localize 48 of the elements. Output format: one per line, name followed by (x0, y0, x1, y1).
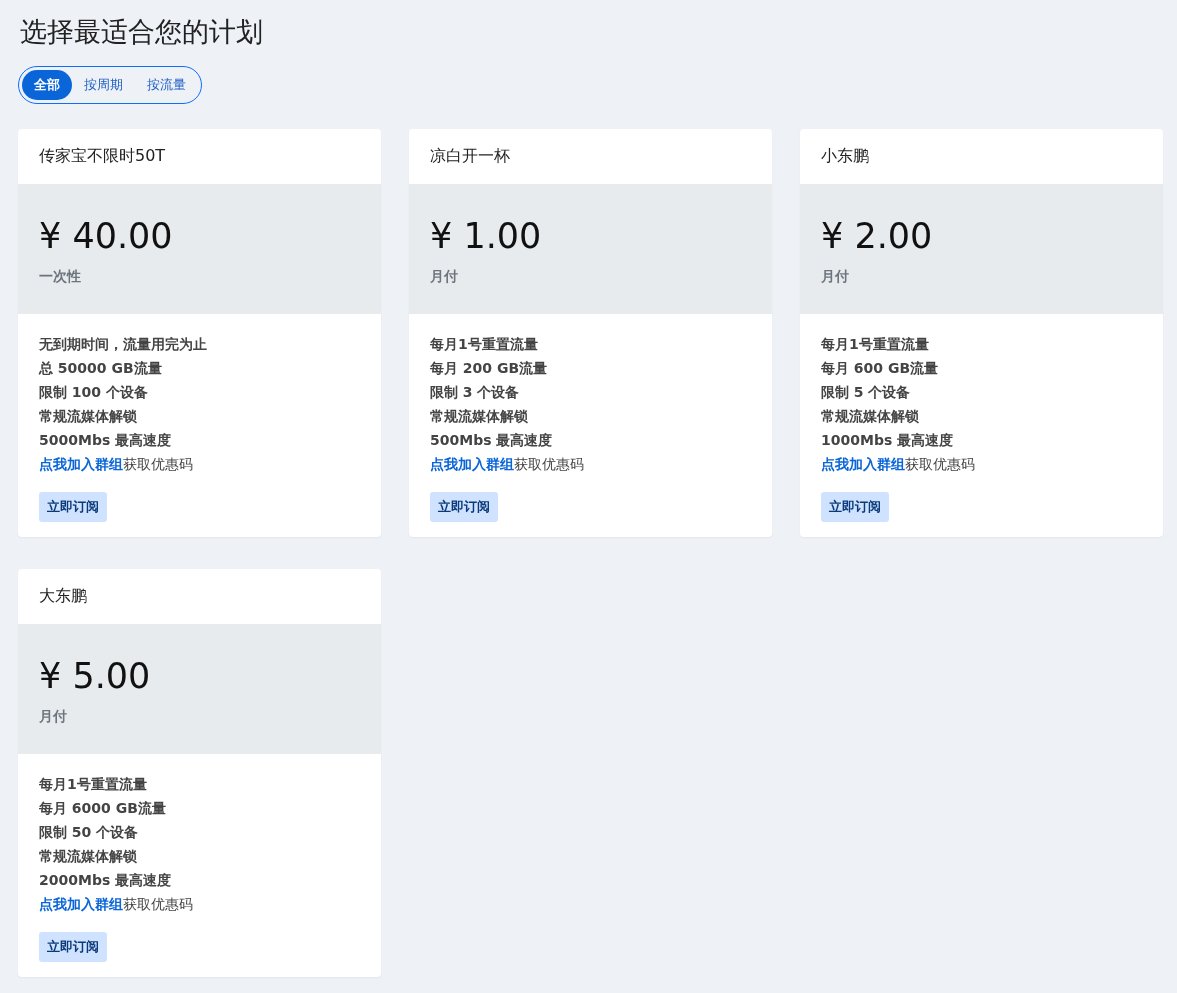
plan-price: ¥ 1.00 (430, 216, 543, 256)
plan-feature: 常规流媒体解锁 (430, 407, 529, 426)
plan-feature: 限制 3 个设备 (430, 383, 521, 402)
billing-period: 月付 (821, 268, 850, 286)
plan-feature: 总 50000 GB流量 (39, 359, 163, 378)
plan-feature: 每月 600 GB流量 (821, 359, 940, 378)
coupon-note: 点我加入群组获取优惠码 (430, 455, 585, 474)
plan-feature: 2000Mbs 最高速度 (39, 871, 173, 890)
coupon-note: 点我加入群组获取优惠码 (39, 895, 194, 914)
plan-feature: 常规流媒体解锁 (39, 407, 138, 426)
plan-feature: 1000Mbs 最高速度 (821, 431, 955, 450)
plan-feature: 限制 5 个设备 (821, 383, 912, 402)
billing-period: 一次性 (39, 268, 82, 286)
coupon-note: 点我加入群组获取优惠码 (39, 455, 194, 474)
subscribe-button[interactable]: 立即订阅 (430, 492, 498, 522)
filter-tab[interactable]: 按周期 (72, 70, 135, 100)
filter-tab[interactable]: 全部 (22, 70, 72, 100)
plan-feature: 每月1号重置流量 (821, 335, 930, 354)
plan-feature: 每月1号重置流量 (39, 775, 148, 794)
plan-feature: 常规流媒体解锁 (821, 407, 920, 426)
plan-feature: 500Mbs 最高速度 (430, 431, 554, 450)
billing-period: 月付 (39, 708, 68, 726)
plan-feature: 每月 6000 GB流量 (39, 799, 167, 818)
filter-tab[interactable]: 按流量 (135, 70, 198, 100)
plan-feature: 每月1号重置流量 (430, 335, 539, 354)
plan-feature: 5000Mbs 最高速度 (39, 431, 173, 450)
plan-feature: 限制 100 个设备 (39, 383, 149, 402)
plan-price: ¥ 2.00 (821, 216, 934, 256)
join-group-link[interactable]: 点我加入群组 (430, 456, 514, 472)
coupon-note: 点我加入群组获取优惠码 (821, 455, 976, 474)
billing-period: 月付 (430, 268, 459, 286)
plan-price: ¥ 40.00 (39, 216, 174, 256)
page-title: 选择最适合您的计划 (20, 15, 264, 49)
subscribe-button[interactable]: 立即订阅 (39, 492, 107, 522)
subscribe-button[interactable]: 立即订阅 (821, 492, 889, 522)
join-group-link[interactable]: 点我加入群组 (39, 456, 123, 472)
join-group-link[interactable]: 点我加入群组 (39, 896, 123, 912)
subscribe-button[interactable]: 立即订阅 (39, 932, 107, 962)
plan-price: ¥ 5.00 (39, 656, 152, 696)
join-group-link[interactable]: 点我加入群组 (821, 456, 905, 472)
plan-name: 大东鹏 (38, 585, 88, 607)
plan-feature: 常规流媒体解锁 (39, 847, 138, 866)
plan-name: 传家宝不限时50T (38, 145, 167, 167)
plan-name: 小东鹏 (820, 145, 870, 167)
plan-feature: 限制 50 个设备 (39, 823, 140, 842)
plan-feature: 每月 200 GB流量 (430, 359, 549, 378)
plan-name: 凉白开一杯 (429, 145, 511, 167)
plan-feature: 无到期时间，流量用完为止 (39, 335, 208, 354)
